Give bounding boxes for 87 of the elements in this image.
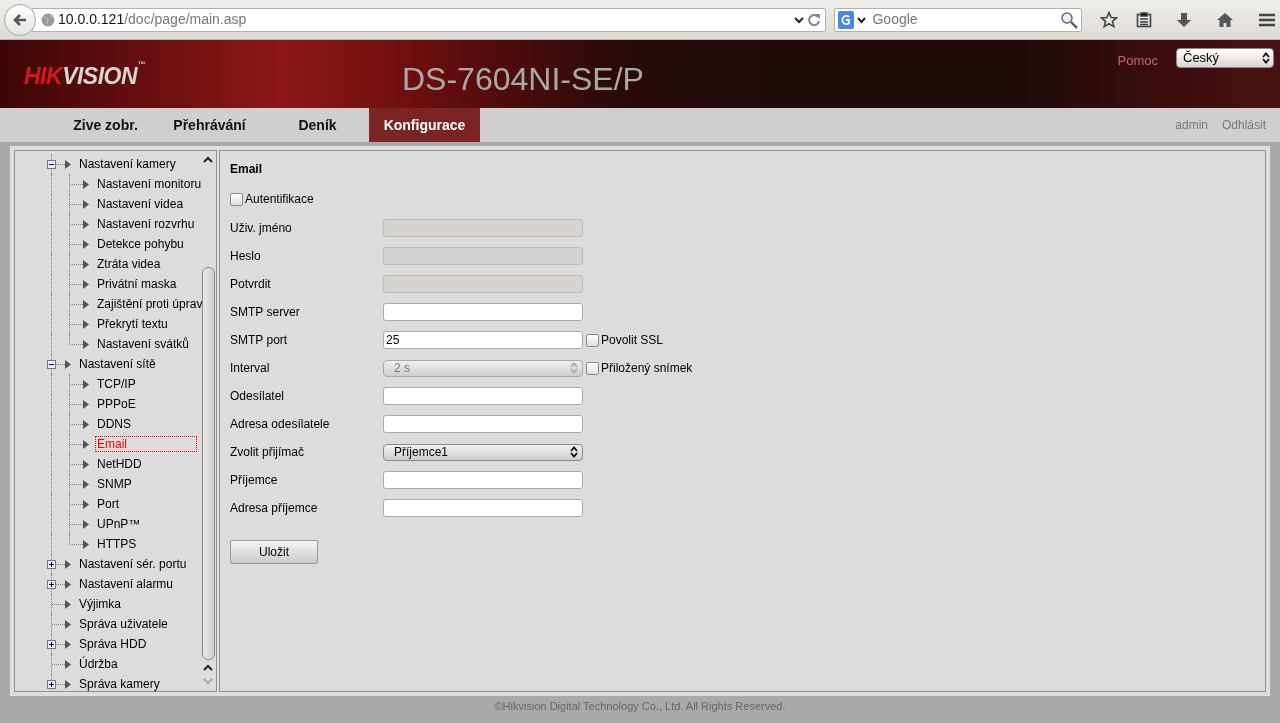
field-label: Příjemce	[230, 472, 279, 489]
tree-item[interactable]: Nastavení sítě	[77, 356, 158, 372]
checkbox-label: Přiložený snímek	[601, 360, 693, 377]
field-label: Odesílatel	[230, 388, 286, 405]
home-icon[interactable]	[1216, 11, 1234, 28]
arrow-icon	[65, 359, 71, 369]
tree-item[interactable]: Zajištění proti úprav	[95, 296, 205, 312]
field-label: Interval	[230, 360, 271, 377]
dropdown[interactable]: Příjemce1	[383, 443, 583, 461]
device-model: DS-7604NI-SE/P	[402, 60, 645, 99]
help-link[interactable]: Pomoc	[1117, 51, 1158, 71]
field-label: Zvolit přijímač	[230, 444, 305, 461]
tree-item[interactable]: Správa kamery	[77, 676, 162, 691]
save-button[interactable]: Uložit	[230, 540, 318, 564]
input-field[interactable]	[383, 499, 583, 517]
expand-icon[interactable]	[47, 560, 56, 569]
url-field[interactable]: 10.0.0.121/doc/page/main.asp	[32, 7, 827, 32]
up-down-caret-icon	[570, 446, 578, 458]
tree-item[interactable]: Ztráta videa	[95, 256, 163, 272]
section-title: Email	[230, 161, 263, 178]
tree-item[interactable]: UPnP™	[95, 516, 143, 532]
clipboard-icon[interactable]	[1136, 11, 1152, 28]
nav-tab[interactable]: Přehrávání	[153, 108, 266, 142]
checkbox[interactable]	[586, 333, 599, 347]
tree-item[interactable]: Údržba	[77, 656, 120, 672]
tree-item[interactable]: NetHDD	[95, 456, 144, 472]
field-label: SMTP server	[230, 304, 301, 321]
field-label: Adresa příjemce	[230, 500, 319, 517]
collapse-icon[interactable]	[47, 360, 56, 369]
field-label: Uživ. jméno	[230, 220, 293, 237]
tree-item[interactable]: SNMP	[95, 476, 134, 492]
tree-item[interactable]: Detekce pohybu	[95, 236, 186, 252]
input-field[interactable]	[383, 471, 583, 489]
field-label: SMTP port	[230, 332, 289, 349]
field-label: Adresa odesílatele	[230, 416, 331, 433]
field-label: Potvrdit	[230, 276, 272, 293]
tree-item[interactable]: Překrytí textu	[95, 316, 170, 332]
tree-item[interactable]: Výjimka	[77, 596, 123, 612]
checkbox-label: Autentifikace	[245, 191, 314, 208]
input-field[interactable]	[383, 303, 583, 321]
tree-item[interactable]: Nastavení rozvrhu	[95, 216, 197, 232]
tree-item[interactable]: Nastavení sér. portu	[77, 556, 189, 572]
tree-item[interactable]: Nastavení svátků	[95, 336, 192, 352]
expand-icon[interactable]	[47, 640, 56, 649]
tree-item[interactable]: Port	[95, 496, 121, 512]
checkbox[interactable]	[230, 192, 243, 206]
tree-item[interactable]: Nastavení videa	[95, 196, 186, 212]
dropdown-caret-icon[interactable]	[857, 15, 867, 24]
back-arrow-icon	[12, 11, 28, 28]
up-down-caret-icon	[570, 362, 578, 374]
nav-tab[interactable]: Zive zobr.	[58, 108, 153, 142]
collapse-icon[interactable]	[47, 160, 56, 169]
dropdown-caret-icon[interactable]	[794, 15, 805, 24]
up-down-caret-icon	[1262, 52, 1270, 64]
tree-item[interactable]: PPPoE	[95, 396, 138, 412]
tree-item[interactable]: DDNS	[95, 416, 133, 432]
tree-item[interactable]: Správa HDD	[77, 636, 149, 652]
back-button[interactable]	[4, 3, 36, 36]
tree-item[interactable]: Nastavení monitoru	[95, 176, 204, 192]
nav-tab[interactable]: Konfigurace	[369, 108, 480, 142]
tree-item[interactable]: Nastavení kamery	[77, 156, 178, 172]
nav-tab[interactable]: Deník	[266, 108, 369, 142]
tree-item[interactable]: Privátní maska	[95, 276, 179, 292]
checkbox-label: Povolit SSL	[601, 332, 664, 349]
field-label: Heslo	[230, 248, 262, 265]
download-icon[interactable]	[1176, 11, 1192, 28]
expand-icon[interactable]	[47, 580, 56, 589]
input-field[interactable]	[383, 415, 583, 433]
input-field[interactable]: 25	[383, 331, 583, 349]
arrow-icon	[65, 159, 71, 169]
language-select[interactable]: Český	[1176, 48, 1274, 68]
search-field[interactable]: Google	[834, 7, 1082, 32]
tree-item[interactable]: HTTPS	[95, 536, 139, 552]
expand-icon[interactable]	[47, 680, 56, 689]
search-icon[interactable]	[1060, 10, 1078, 29]
logo: HIKVISION™	[24, 59, 146, 91]
star-icon[interactable]	[1100, 10, 1118, 29]
search-placeholder: Google	[871, 10, 919, 29]
input-field[interactable]	[383, 387, 583, 405]
globe-icon	[41, 12, 55, 27]
menu-icon[interactable]	[1258, 11, 1276, 28]
tree-item[interactable]: TCP/IP	[95, 376, 138, 392]
search-engine-icon[interactable]	[838, 10, 855, 29]
tree-item[interactable]: Správa uživatele	[77, 616, 170, 632]
url-text: 10.0.0.121/doc/page/main.asp	[58, 10, 248, 29]
tree-item[interactable]: Nastavení alarmu	[77, 576, 176, 592]
footer-text: ©Hikvision Digital Technology Co., Ltd. All Rights Reserved.	[493, 699, 787, 714]
